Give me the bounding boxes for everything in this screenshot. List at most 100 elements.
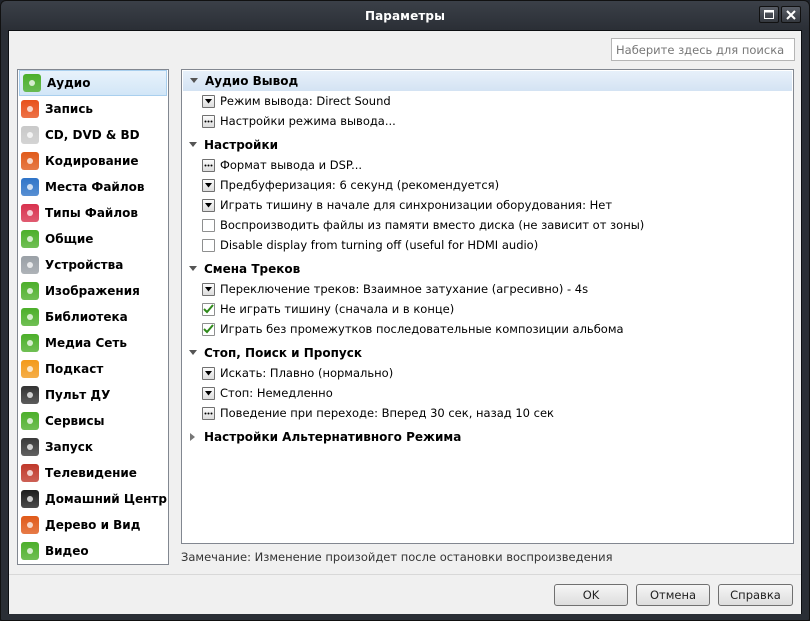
option-ellipsis-button[interactable] (202, 158, 215, 172)
option-label: Не играть тишину (сначала и в конце) (220, 302, 455, 316)
library-icon (21, 308, 39, 326)
option-dropdown-button[interactable] (202, 282, 215, 296)
option-label: Режим вывода: Direct Sound (220, 94, 391, 108)
ok-button[interactable]: OK (554, 584, 628, 606)
images-icon (21, 282, 39, 300)
option-row: Формат вывода и DSP... (182, 155, 793, 175)
sidebar-item-label: Подкаст (45, 362, 104, 376)
sidebar-item[interactable]: Дерево и Вид (18, 512, 168, 538)
disc-icon (21, 126, 39, 144)
option-dropdown-button[interactable] (202, 366, 215, 380)
ellipsis-icon (204, 120, 213, 122)
cancel-button[interactable]: Отмена (636, 584, 710, 606)
sidebar-item-label: Изображения (45, 284, 140, 298)
dropdown-arrow-icon (205, 98, 212, 103)
option-label: Воспроизводить файлы из памяти вместо ди… (220, 218, 645, 232)
option-row: Играть без промежутков последовательные … (182, 319, 793, 339)
option-label: Disable display from turning off (useful… (220, 238, 539, 252)
sidebar-item[interactable]: Запуск (18, 434, 168, 460)
option-checkbox[interactable] (202, 238, 215, 252)
sidebar-item-label: Телевидение (45, 466, 137, 480)
dropdown-arrow-icon (205, 286, 212, 291)
record-icon (21, 100, 39, 118)
maximize-button[interactable] (759, 6, 779, 23)
dialog-client: Наберите здесь для поиска Аудио Запись CD,… (8, 30, 802, 614)
sidebar-item[interactable]: Места Файлов (18, 174, 168, 200)
option-label: Настройки режима вывода... (220, 114, 396, 128)
search-input[interactable]: Наберите здесь для поиска (611, 38, 795, 61)
video-icon (21, 542, 39, 560)
sidebar-item[interactable]: Изображения (18, 278, 168, 304)
option-row: Переключение треков: Взаимное затухание … (182, 279, 793, 299)
dropdown-arrow-icon (205, 202, 212, 207)
option-checkbox[interactable] (202, 322, 215, 336)
option-row: Режим вывода: Direct Sound (182, 91, 793, 111)
sidebar-item[interactable]: Запись (18, 96, 168, 122)
section-title: Стоп, Поиск и Пропуск (204, 346, 362, 360)
startup-icon (21, 438, 39, 456)
checkmark-icon (203, 304, 214, 314)
sidebar-item-label: Дерево и Вид (45, 518, 141, 532)
sidebar-item[interactable]: Подкаст (18, 356, 168, 382)
option-dropdown-button[interactable] (202, 94, 215, 108)
sidebar-item-label: Аудио (47, 76, 91, 90)
close-icon (786, 9, 796, 20)
section-header[interactable]: Настройки (182, 135, 793, 155)
sidebar-item[interactable]: Пульт ДУ (18, 382, 168, 408)
checkmark-icon (21, 230, 39, 248)
sidebar-item-label: CD, DVD & BD (45, 128, 140, 142)
sidebar-item-label: Общие (45, 232, 94, 246)
sidebar-item-label: Сервисы (45, 414, 105, 428)
collapsed-arrow-icon (188, 432, 198, 442)
sidebar-item-label: Домашний Центр (45, 492, 167, 506)
sidebar-item[interactable]: Устройства (18, 252, 168, 278)
option-row: Настройки режима вывода... (182, 111, 793, 131)
audio-icon (23, 74, 41, 92)
option-dropdown-button[interactable] (202, 178, 215, 192)
sidebar-item[interactable]: Библиотека (18, 304, 168, 330)
title-bar[interactable]: Параметры (1, 1, 809, 30)
close-button[interactable] (781, 6, 801, 23)
option-row: Поведение при переходе: Вперед 30 сек, н… (182, 403, 793, 423)
option-checkbox[interactable] (202, 218, 215, 232)
section-header[interactable]: Настройки Альтернативного Режима (182, 427, 793, 447)
button-bar: OK Отмена Справка (9, 574, 801, 614)
sidebar-item[interactable]: Телевидение (18, 460, 168, 486)
sidebar-item[interactable]: Кодирование (18, 148, 168, 174)
tv-icon (21, 464, 39, 482)
option-dropdown-button[interactable] (202, 386, 215, 400)
remote-icon (21, 386, 39, 404)
sidebar-item[interactable]: Общие (18, 226, 168, 252)
dropdown-arrow-icon (205, 390, 212, 395)
option-label: Искать: Плавно (нормально) (220, 366, 394, 380)
dropdown-arrow-icon (205, 370, 212, 375)
option-ellipsis-button[interactable] (202, 114, 215, 128)
sidebar-item[interactable]: Аудио (19, 70, 167, 96)
section-title: Аудио Вывод (205, 74, 299, 88)
section-header[interactable]: Стоп, Поиск и Пропуск (182, 343, 793, 363)
sidebar-item[interactable]: CD, DVD & BD (18, 122, 168, 148)
option-label: Стоп: Немедленно (220, 386, 333, 400)
checkmark-icon (203, 324, 214, 334)
option-row: Стоп: Немедленно (182, 383, 793, 403)
expanded-arrow-icon (188, 264, 198, 274)
section-header[interactable]: Аудио Вывод (183, 71, 792, 91)
sidebar-item-label: Устройства (45, 258, 124, 272)
section-header[interactable]: Смена Треков (182, 259, 793, 279)
media-network-icon (21, 334, 39, 352)
option-dropdown-button[interactable] (202, 198, 215, 212)
device-icon (21, 256, 39, 274)
option-row: Воспроизводить файлы из памяти вместо ди… (182, 215, 793, 235)
option-checkbox[interactable] (202, 302, 215, 316)
sidebar-item[interactable]: Видео (18, 538, 168, 564)
sidebar-item[interactable]: Типы Файлов (18, 200, 168, 226)
sidebar-item-label: Медиа Сеть (45, 336, 127, 350)
sidebar-item[interactable]: Медиа Сеть (18, 330, 168, 356)
section-title: Смена Треков (204, 262, 301, 276)
sidebar-item[interactable]: Домашний Центр (18, 486, 168, 512)
help-button[interactable]: Справка (718, 584, 793, 606)
sidebar-item[interactable]: Сервисы (18, 408, 168, 434)
option-label: Поведение при переходе: Вперед 30 сек, н… (220, 406, 554, 420)
option-row: Не играть тишину (сначала и в конце) (182, 299, 793, 319)
option-ellipsis-button[interactable] (202, 406, 215, 420)
